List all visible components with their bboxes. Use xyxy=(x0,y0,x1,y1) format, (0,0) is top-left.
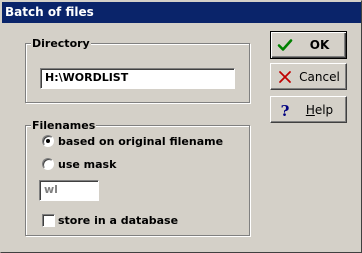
directory-input-value: H:\WORDLIST xyxy=(45,71,129,84)
store-database-checkbox[interactable] xyxy=(42,214,55,227)
directory-group-label: Directory xyxy=(31,37,91,50)
use-mask-label[interactable]: use mask xyxy=(58,158,116,171)
directory-input[interactable]: H:\WORDLIST xyxy=(40,68,235,89)
store-database-label[interactable]: store in a database xyxy=(58,214,178,227)
cancel-button[interactable]: Cancel xyxy=(270,63,347,90)
ok-button[interactable]: OK xyxy=(270,31,347,59)
cancel-button-label: Cancel xyxy=(299,70,340,84)
batch-dialog: Batch of files Directory H:\WORDLIST Fil… xyxy=(0,0,362,253)
original-filename-radio[interactable] xyxy=(42,135,54,147)
original-filename-label[interactable]: based on original filename xyxy=(58,135,223,148)
svg-text:?: ? xyxy=(281,102,290,118)
mask-input-value: wl xyxy=(44,183,58,196)
cross-icon xyxy=(279,71,291,83)
filenames-group-label: Filenames xyxy=(31,119,97,132)
window-title: Batch of files xyxy=(5,5,94,19)
help-button-label: Help xyxy=(305,103,334,117)
question-mark-icon: ? xyxy=(281,102,290,118)
use-mask-radio[interactable] xyxy=(42,158,54,170)
ok-button-label: OK xyxy=(309,38,330,52)
title-bar[interactable]: Batch of files xyxy=(2,2,361,23)
radio-selected-dot xyxy=(46,139,50,143)
checkmark-icon xyxy=(277,39,293,51)
mask-input[interactable]: wl xyxy=(39,180,99,201)
help-button[interactable]: ? Help xyxy=(270,96,347,123)
